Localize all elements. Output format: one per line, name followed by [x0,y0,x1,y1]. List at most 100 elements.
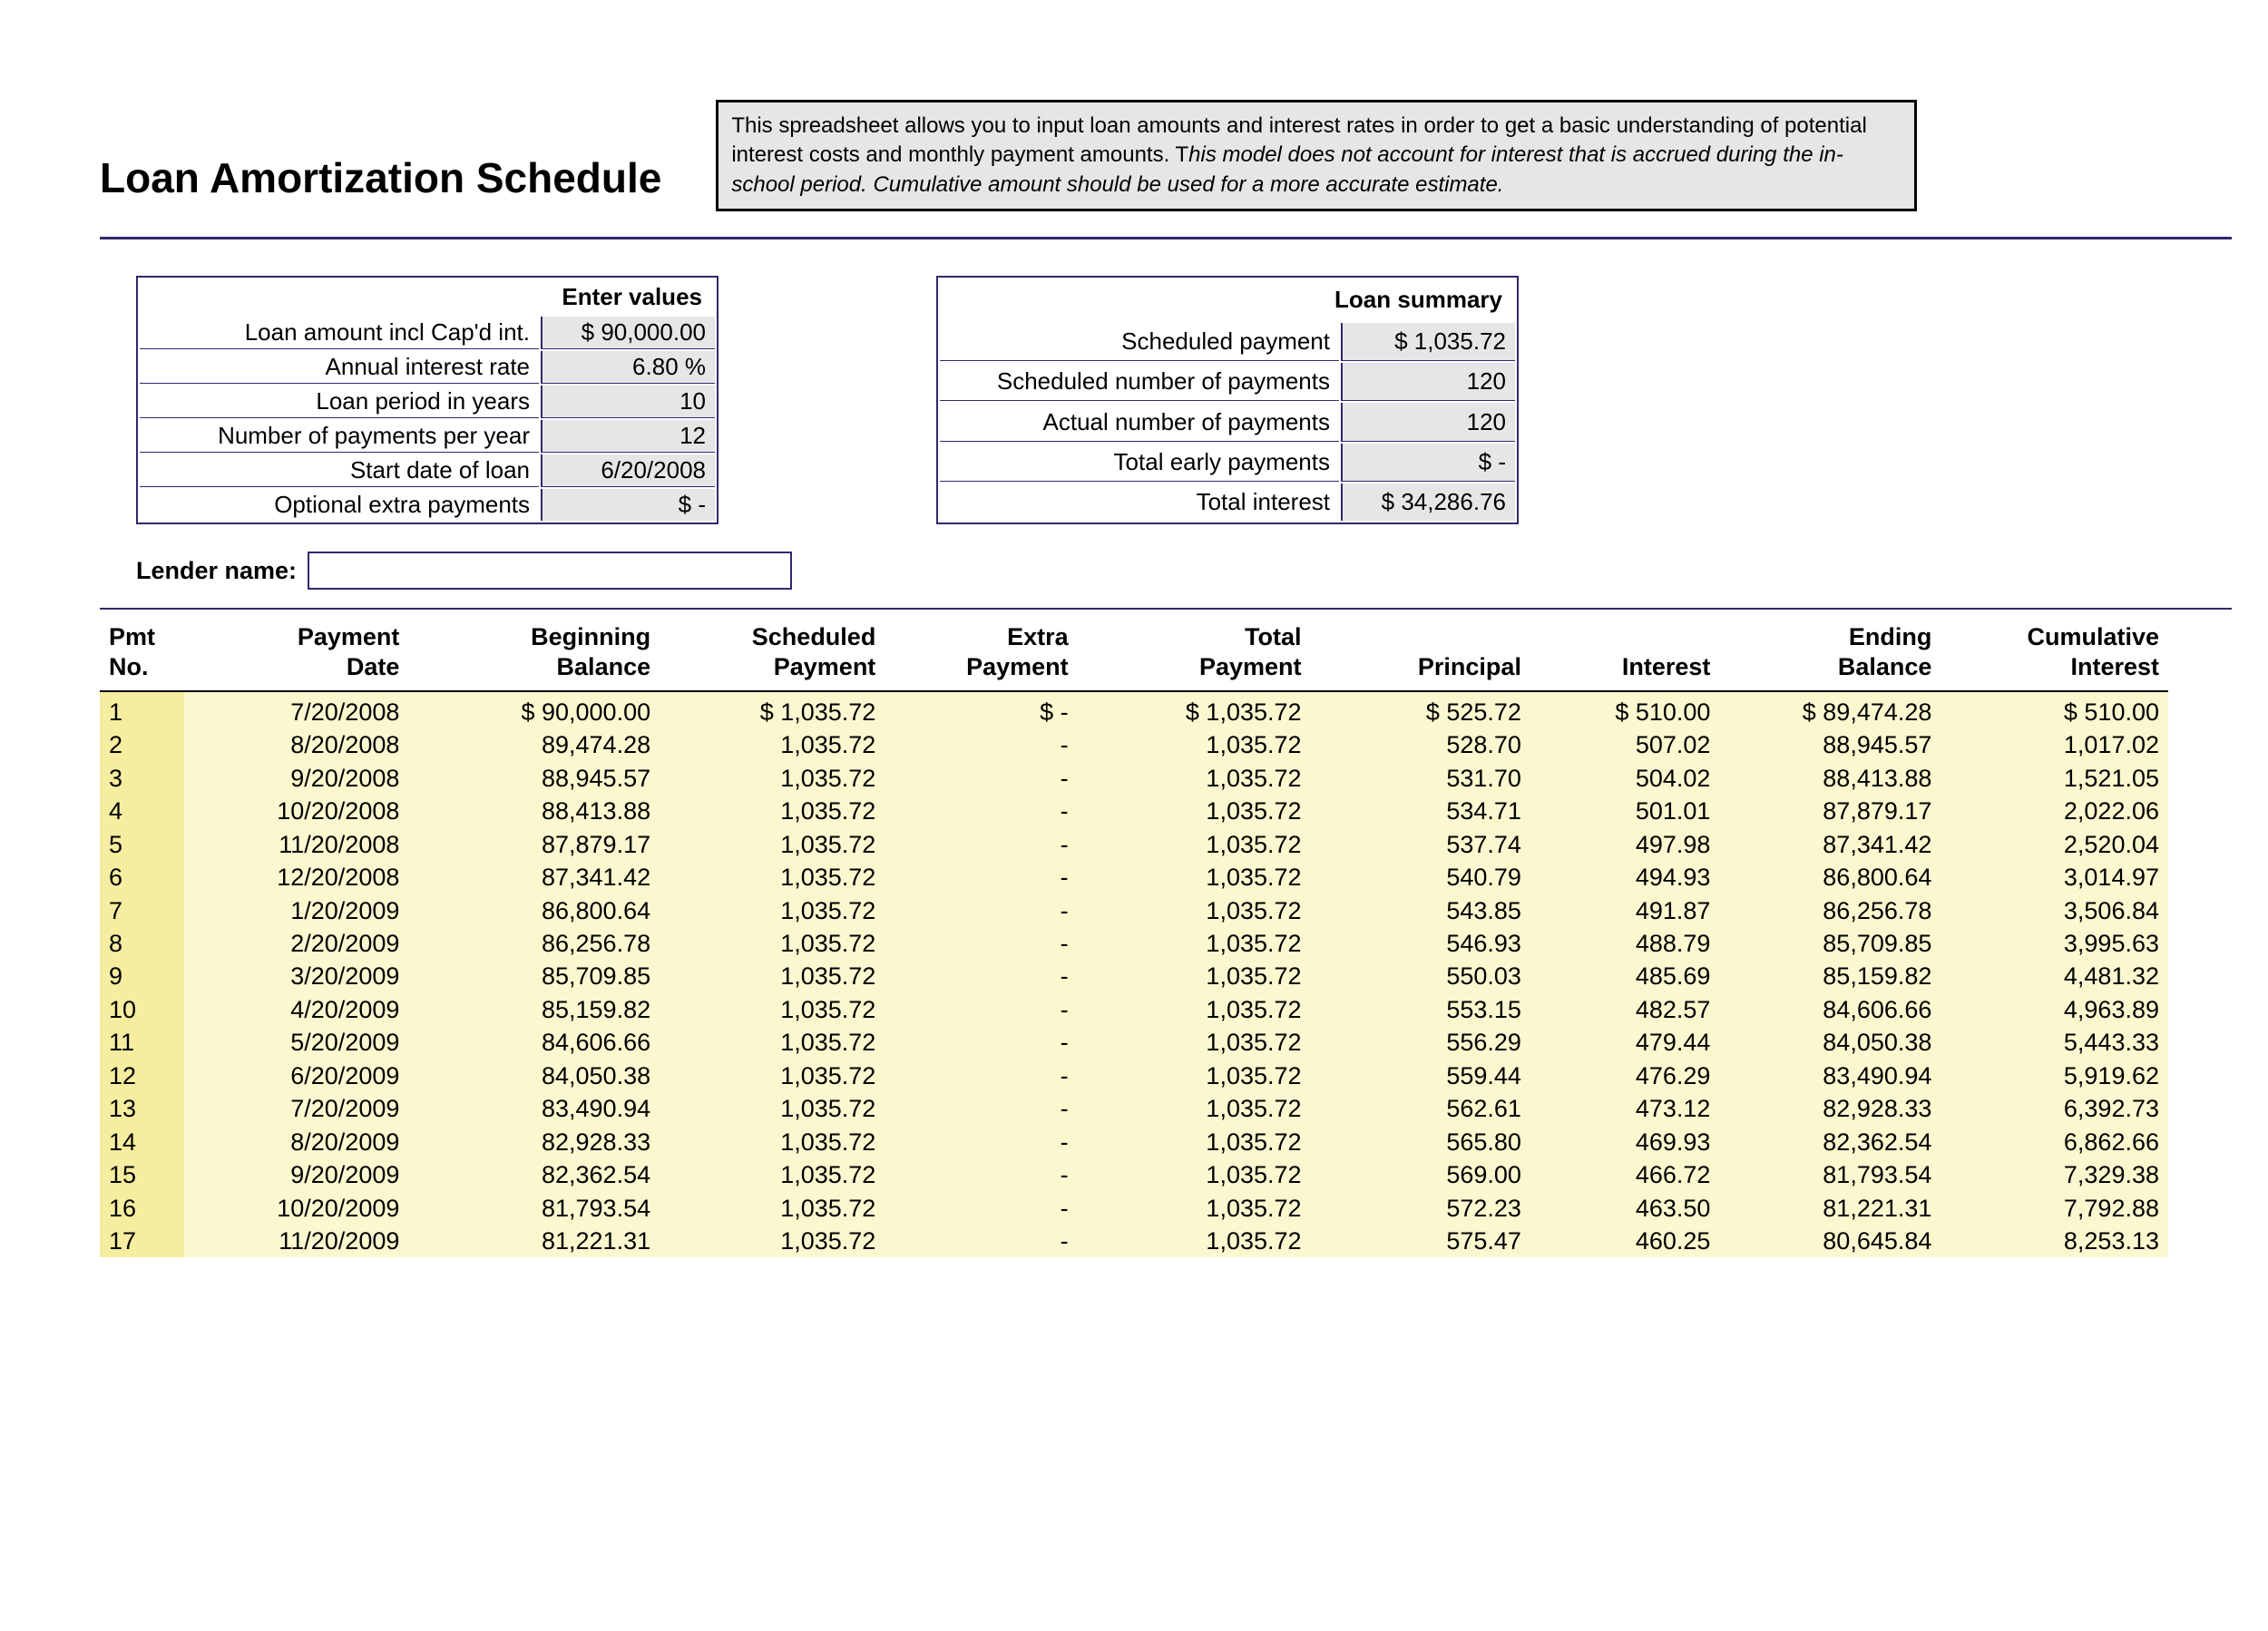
summary-row-label: Scheduled payment [940,323,1339,361]
cell-beg: 85,159.82 [408,993,660,1026]
col-header: Principal [1311,613,1530,691]
enter-row-value[interactable]: $ - [541,489,715,521]
enter-row-value[interactable]: 10 [541,386,715,418]
cell-int: 476.29 [1530,1060,1719,1092]
cell-beg: 81,221.31 [408,1225,660,1257]
cell-cum: 5,443.33 [1941,1026,2168,1059]
table-row: 104/20/200985,159.821,035.72-1,035.72553… [100,993,2168,1026]
enter-row-value[interactable]: 6/20/2008 [541,454,715,487]
cell-extra: - [885,1092,1077,1125]
cell-int: 507.02 [1530,728,1719,761]
cell-date: 10/20/2009 [184,1192,409,1225]
enter-row-value[interactable]: 6.80 % [541,351,715,384]
cell-no: 7 [100,894,184,927]
cell-extra: - [885,795,1077,827]
enter-values-panel: Enter values Loan amount incl Cap'd int.… [136,276,719,524]
cell-end: 82,362.54 [1719,1126,1941,1158]
cell-total: 1,035.72 [1078,894,1311,927]
cell-no: 11 [100,1026,184,1059]
cell-no: 9 [100,960,184,992]
cell-end: 81,793.54 [1719,1158,1941,1191]
cell-total: 1,035.72 [1078,960,1311,992]
cell-int: 494.93 [1530,861,1719,894]
cell-int: 463.50 [1530,1192,1719,1225]
cell-prin: 575.47 [1311,1225,1530,1257]
cell-sched: 1,035.72 [660,1192,885,1225]
cell-cum: 3,506.84 [1941,894,2168,927]
col-header: ScheduledPayment [660,613,885,691]
cell-sched: 1,035.72 [660,894,885,927]
enter-row-label: Annual interest rate [140,351,539,384]
cell-total: 1,035.72 [1078,728,1311,761]
cell-extra: - [885,728,1077,761]
cell-total: 1,035.72 [1078,762,1311,795]
cell-no: 14 [100,1126,184,1158]
enter-row-value[interactable]: 12 [541,420,715,453]
cell-int: 488.79 [1530,927,1719,960]
summary-row-value: $ 34,286.76 [1341,483,1515,521]
cell-int: 466.72 [1530,1158,1719,1191]
cell-int: 469.93 [1530,1126,1719,1158]
cell-sched: 1,035.72 [660,828,885,861]
cell-extra: $ - [885,691,1077,728]
cell-extra: - [885,1225,1077,1257]
cell-cum: 1,521.05 [1941,762,2168,795]
table-row: 612/20/200887,341.421,035.72-1,035.72540… [100,861,2168,894]
cell-date: 7/20/2009 [184,1092,409,1125]
cell-no: 6 [100,861,184,894]
cell-beg: $ 90,000.00 [408,691,660,728]
cell-prin: 565.80 [1311,1126,1530,1158]
cell-end: 85,159.82 [1719,960,1941,992]
cell-extra: - [885,894,1077,927]
cell-total: 1,035.72 [1078,1225,1311,1257]
cell-date: 11/20/2008 [184,828,409,861]
enter-row-value[interactable]: $ 90,000.00 [541,317,715,349]
cell-end: 82,928.33 [1719,1092,1941,1125]
cell-int: 473.12 [1530,1092,1719,1125]
cell-beg: 87,879.17 [408,828,660,861]
cell-end: 84,050.38 [1719,1026,1941,1059]
summary-row-label: Scheduled number of payments [940,363,1339,401]
enter-row-label: Number of payments per year [140,420,539,453]
cell-int: $ 510.00 [1530,691,1719,728]
cell-date: 4/20/2009 [184,993,409,1026]
cell-cum: $ 510.00 [1941,691,2168,728]
cell-no: 17 [100,1225,184,1257]
cell-no: 12 [100,1060,184,1092]
cell-int: 497.98 [1530,828,1719,861]
cell-total: 1,035.72 [1078,1126,1311,1158]
lender-name-input[interactable] [308,552,792,590]
table-row: 28/20/200889,474.281,035.72-1,035.72528.… [100,728,2168,761]
cell-beg: 86,256.78 [408,927,660,960]
cell-sched: 1,035.72 [660,1026,885,1059]
enter-row-label: Optional extra payments [140,489,539,521]
table-row: 511/20/200887,879.171,035.72-1,035.72537… [100,828,2168,861]
cell-cum: 1,017.02 [1941,728,2168,761]
cell-cum: 2,022.06 [1941,795,2168,827]
cell-prin: 546.93 [1311,927,1530,960]
cell-date: 9/20/2009 [184,1158,409,1191]
cell-int: 485.69 [1530,960,1719,992]
cell-beg: 81,793.54 [408,1192,660,1225]
summary-row-value: 120 [1341,403,1515,441]
cell-date: 11/20/2009 [184,1225,409,1257]
cell-total: 1,035.72 [1078,861,1311,894]
table-row: 137/20/200983,490.941,035.72-1,035.72562… [100,1092,2168,1125]
cell-end: 86,256.78 [1719,894,1941,927]
page-title: Loan Amortization Schedule [100,153,661,211]
cell-total: 1,035.72 [1078,1192,1311,1225]
cell-no: 1 [100,691,184,728]
cell-prin: 556.29 [1311,1026,1530,1059]
col-header: BeginningBalance [408,613,660,691]
col-header: PmtNo. [100,613,184,691]
cell-beg: 84,606.66 [408,1026,660,1059]
cell-end: 88,945.57 [1719,728,1941,761]
enter-values-header: Enter values [140,279,715,315]
table-row: 82/20/200986,256.781,035.72-1,035.72546.… [100,927,2168,960]
cell-no: 3 [100,762,184,795]
cell-sched: 1,035.72 [660,1158,885,1191]
cell-sched: 1,035.72 [660,1126,885,1158]
cell-prin: 537.74 [1311,828,1530,861]
cell-total: 1,035.72 [1078,1092,1311,1125]
cell-total: 1,035.72 [1078,1026,1311,1059]
